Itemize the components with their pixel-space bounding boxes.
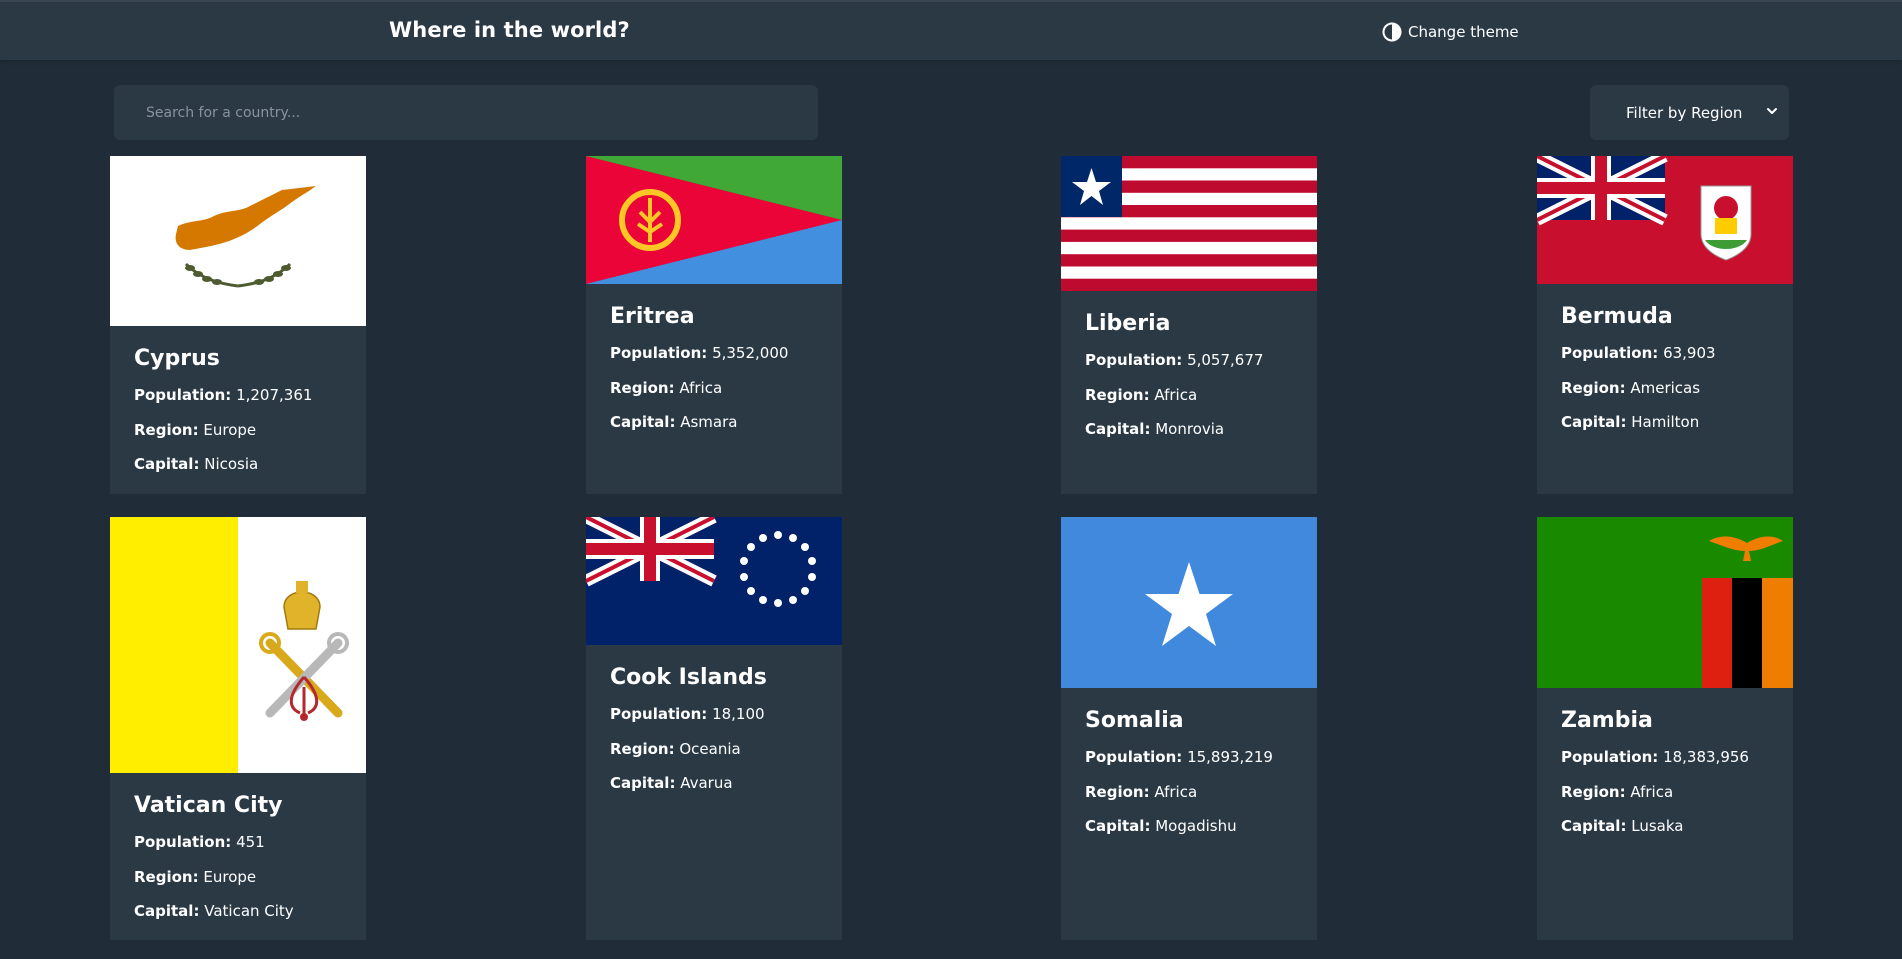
chevron-down-icon bbox=[1767, 108, 1777, 114]
capital-row: Capital: Mogadishu bbox=[1085, 817, 1237, 835]
region-row: Region: Africa bbox=[1085, 782, 1198, 801]
country-name: Zambia bbox=[1561, 708, 1653, 733]
half-moon-icon bbox=[1382, 22, 1402, 42]
capital-row: Capital: Nicosia bbox=[134, 455, 259, 473]
population-row: Population: 5,352,000 bbox=[610, 344, 789, 362]
region-row: Region: Europe bbox=[134, 867, 257, 886]
population-row: Population: 451 bbox=[134, 833, 265, 851]
country-name: Eritrea bbox=[610, 304, 695, 329]
capital-row: Capital: Avarua bbox=[610, 774, 733, 792]
country-card-cook-islands[interactable]: Cook Islands Population: 18,100 Region: … bbox=[586, 517, 842, 940]
population-row: Population: 18,383,956 bbox=[1561, 748, 1749, 766]
capital-row: Capital: Hamilton bbox=[1561, 413, 1700, 431]
bermuda-flag-image bbox=[1537, 156, 1793, 284]
liberia-flag-image bbox=[1061, 156, 1317, 291]
capital-row: Capital: Asmara bbox=[610, 413, 738, 431]
population-row: Population: 15,893,219 bbox=[1085, 748, 1273, 766]
country-card-zambia[interactable]: Zambia Population: 18,383,956 Region: Af… bbox=[1537, 517, 1793, 940]
region-filter-label: Filter by Region bbox=[1626, 103, 1743, 122]
capital-row: Capital: Lusaka bbox=[1561, 817, 1684, 835]
country-card-vatican-city[interactable]: Vatican City Population: 451 Region: Eur… bbox=[110, 517, 366, 940]
country-name: Cyprus bbox=[134, 346, 220, 371]
somalia-flag-image bbox=[1061, 517, 1317, 688]
cook-islands-flag-image bbox=[586, 517, 842, 645]
region-row: Region: Africa bbox=[1561, 782, 1674, 801]
capital-row: Capital: Monrovia bbox=[1085, 420, 1225, 438]
country-card-eritrea[interactable]: Eritrea Population: 5,352,000 Region: Af… bbox=[586, 156, 842, 494]
country-name: Somalia bbox=[1085, 708, 1184, 733]
change-theme-button[interactable]: Change theme bbox=[1382, 22, 1519, 42]
country-card-bermuda[interactable]: Bermuda Population: 63,903 Region: Ameri… bbox=[1537, 156, 1793, 494]
population-row: Population: 1,207,361 bbox=[134, 386, 313, 404]
country-card-liberia[interactable]: Liberia Population: 5,057,677 Region: Af… bbox=[1061, 156, 1317, 494]
top-bar: Where in the world? Change theme bbox=[0, 0, 1902, 60]
zambia-flag-image bbox=[1537, 517, 1793, 688]
region-row: Region: Africa bbox=[610, 378, 723, 397]
country-card-somalia[interactable]: Somalia Population: 15,893,219 Region: A… bbox=[1061, 517, 1317, 940]
site-title: Where in the world? bbox=[389, 18, 630, 42]
population-row: Population: 63,903 bbox=[1561, 344, 1716, 362]
region-row: Region: Europe bbox=[134, 420, 257, 439]
capital-row: Capital: Vatican City bbox=[134, 902, 294, 920]
change-theme-label: Change theme bbox=[1408, 23, 1519, 41]
country-name: Bermuda bbox=[1561, 304, 1673, 329]
country-name: Cook Islands bbox=[610, 665, 767, 690]
country-name: Liberia bbox=[1085, 311, 1171, 336]
search-input[interactable] bbox=[146, 104, 818, 121]
population-row: Population: 5,057,677 bbox=[1085, 351, 1264, 369]
eritrea-flag-image bbox=[586, 156, 842, 284]
region-row: Region: Oceania bbox=[610, 739, 741, 758]
region-row: Region: Americas bbox=[1561, 378, 1701, 397]
country-name: Vatican City bbox=[134, 793, 283, 818]
vatican-city-flag-image bbox=[110, 517, 366, 773]
population-row: Population: 18,100 bbox=[610, 705, 765, 723]
cyprus-flag-image bbox=[110, 156, 366, 326]
search-box bbox=[114, 85, 818, 140]
country-card-cyprus[interactable]: Cyprus Population: 1,207,361 Region: Eur… bbox=[110, 156, 366, 494]
region-filter-select[interactable]: Filter by Region bbox=[1590, 85, 1789, 140]
region-row: Region: Africa bbox=[1085, 385, 1198, 404]
